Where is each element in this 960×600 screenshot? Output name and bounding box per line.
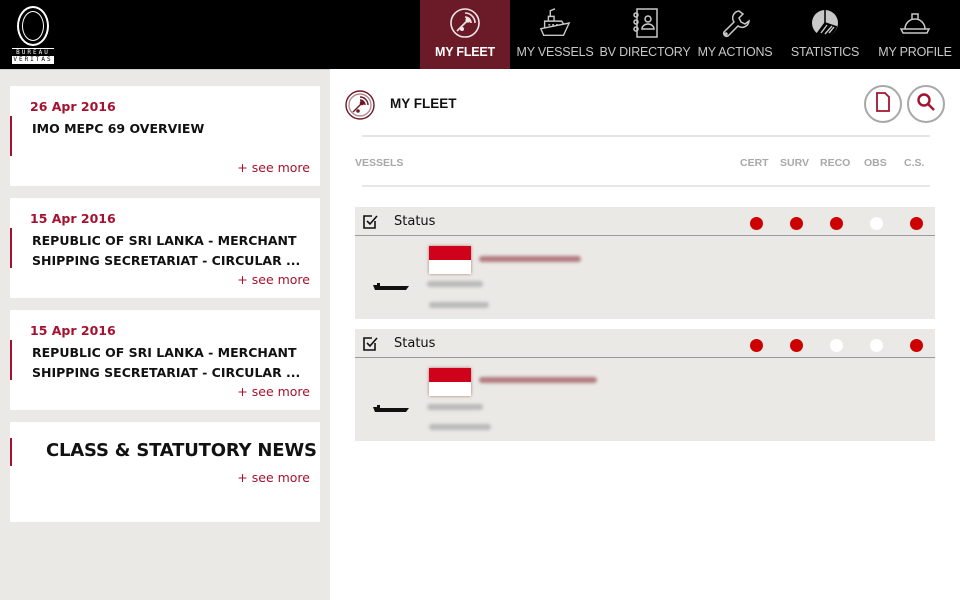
accent-bar xyxy=(10,340,12,380)
status-dot-obs xyxy=(870,217,883,230)
divider xyxy=(362,185,930,187)
see-more-link[interactable]: + see more xyxy=(237,272,310,287)
redacted-vessel-name[interactable] xyxy=(479,377,597,383)
hard-hat-icon xyxy=(898,6,932,40)
nav-my-vessels[interactable]: MY VESSELS xyxy=(510,0,600,69)
ship-icon xyxy=(538,6,572,40)
redacted-vessel-info xyxy=(427,281,483,287)
checkbox-checked-icon[interactable] xyxy=(362,214,378,230)
bureau-veritas-logo[interactable]: BUREAU VERITAS xyxy=(10,6,56,64)
radar-icon xyxy=(448,6,482,40)
nav-bv-directory[interactable]: BV DIRECTORY xyxy=(599,0,691,69)
status-dot-reco xyxy=(830,339,843,352)
accent-bar xyxy=(10,438,12,466)
news-date: 26 Apr 2016 xyxy=(30,99,116,114)
search-icon xyxy=(916,92,936,116)
news-date: 15 Apr 2016 xyxy=(30,211,116,226)
flag-icon xyxy=(429,368,471,396)
status-label: Status xyxy=(394,336,436,351)
search-button[interactable] xyxy=(907,85,945,123)
my-fleet-panel: MY FLEET VESSELS CERT SURV RECO OBS C.S.… xyxy=(330,69,960,600)
ship-silhouette-icon xyxy=(373,398,409,412)
radar-icon xyxy=(344,89,376,121)
status-dot-cs xyxy=(910,339,923,352)
nav-my-profile[interactable]: MY PROFILE xyxy=(870,0,960,69)
news-title: IMO MEPC 69 OVERVIEW xyxy=(32,121,205,136)
redacted-vessel-info xyxy=(429,424,491,430)
status-dot-cs xyxy=(910,217,923,230)
column-header-vessels: VESSELS xyxy=(355,157,404,169)
main-nav: MY FLEET MY VESSELS BV DIRECTORY MY ACTI… xyxy=(420,0,960,69)
nav-my-fleet[interactable]: MY FLEET xyxy=(420,0,510,69)
nav-label: MY FLEET xyxy=(435,45,495,59)
redacted-vessel-info xyxy=(427,404,483,410)
news-title: REPUBLIC OF SRI LANKA - MERCHANT SHIPPIN… xyxy=(32,345,301,380)
column-header-cs: C.S. xyxy=(904,157,925,169)
see-more-link[interactable]: + see more xyxy=(237,384,310,399)
nav-label: MY PROFILE xyxy=(878,45,952,59)
flag-icon xyxy=(429,246,471,274)
logo-text-line2: VERITAS xyxy=(12,56,54,64)
nav-label: STATISTICS xyxy=(790,45,860,59)
export-document-button[interactable] xyxy=(864,85,902,123)
nav-label: MY VESSELS xyxy=(516,45,594,59)
column-header-obs: OBS xyxy=(864,157,887,169)
page-title: MY FLEET xyxy=(390,96,457,111)
accent-bar xyxy=(10,228,12,268)
column-header-surv: SURV xyxy=(780,157,809,169)
class-news-title: CLASS & STATUTORY NEWS xyxy=(46,440,317,461)
logo-seal-icon xyxy=(17,6,49,46)
divider xyxy=(362,135,930,137)
see-more-link[interactable]: + see more xyxy=(237,470,310,485)
wrench-icon xyxy=(718,6,752,40)
vessel-row[interactable]: Status xyxy=(355,207,935,319)
status-dot-surv xyxy=(790,217,803,230)
news-card[interactable]: 15 Apr 2016 REPUBLIC OF SRI LANKA - MERC… xyxy=(10,198,320,298)
status-dot-cert xyxy=(750,217,763,230)
redacted-vessel-name[interactable] xyxy=(479,256,581,262)
document-icon xyxy=(875,92,891,116)
status-dot-cert xyxy=(750,339,763,352)
status-label: Status xyxy=(394,214,436,229)
status-dot-reco xyxy=(830,217,843,230)
nav-label: BV DIRECTORY xyxy=(599,45,691,59)
ship-silhouette-icon xyxy=(373,276,409,290)
address-book-icon xyxy=(628,6,662,40)
column-header-cert: CERT xyxy=(740,157,769,169)
class-statutory-news-card[interactable]: CLASS & STATUTORY NEWS + see more xyxy=(10,422,320,522)
column-header-reco: RECO xyxy=(820,157,851,169)
see-more-link[interactable]: + see more xyxy=(237,160,310,175)
news-card[interactable]: 26 Apr 2016 IMO MEPC 69 OVERVIEW + see m… xyxy=(10,86,320,186)
status-dot-surv xyxy=(790,339,803,352)
redacted-vessel-info xyxy=(429,302,489,308)
accent-bar xyxy=(10,116,12,156)
vessel-status-row: Status xyxy=(355,207,935,236)
news-card[interactable]: 15 Apr 2016 REPUBLIC OF SRI LANKA - MERC… xyxy=(10,310,320,410)
logo-text-line1: BUREAU xyxy=(12,48,54,56)
news-date: 15 Apr 2016 xyxy=(30,323,116,338)
nav-my-actions[interactable]: MY ACTIONS xyxy=(690,0,780,69)
pie-chart-icon xyxy=(808,6,842,40)
nav-statistics[interactable]: STATISTICS xyxy=(780,0,870,69)
vessel-row[interactable]: Status xyxy=(355,329,935,441)
nav-label: MY ACTIONS xyxy=(697,45,773,59)
vessel-status-row: Status xyxy=(355,329,935,358)
news-title: REPUBLIC OF SRI LANKA - MERCHANT SHIPPIN… xyxy=(32,233,301,268)
news-sidebar: 26 Apr 2016 IMO MEPC 69 OVERVIEW + see m… xyxy=(0,69,330,600)
top-navigation-bar: BUREAU VERITAS MY FLEET MY VESSELS BV DI… xyxy=(0,0,960,69)
checkbox-checked-icon[interactable] xyxy=(362,336,378,352)
status-dot-obs xyxy=(870,339,883,352)
